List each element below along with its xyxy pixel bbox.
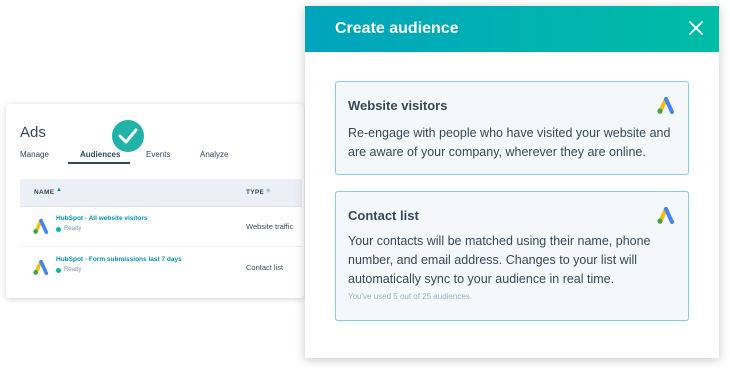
column-header-name[interactable]: NAME xyxy=(34,189,54,196)
card-description: Re-engage with people who have visited y… xyxy=(348,126,671,159)
modal-header: Create audience xyxy=(305,6,719,52)
page-title: Ads xyxy=(20,124,46,141)
card-title: Contact list xyxy=(348,208,419,223)
audience-type: Website traffic xyxy=(246,222,294,231)
sort-ascending-icon[interactable]: ▲ xyxy=(56,187,62,193)
ads-panel: Ads Manage Audiences Events Analyze NAME… xyxy=(6,104,304,298)
option-card-contact-list[interactable]: Contact list Your contacts will be match… xyxy=(335,191,689,321)
audience-name-link[interactable]: HubSpot - All website visitors xyxy=(56,215,148,222)
column-header-type[interactable]: TYPE xyxy=(246,189,264,196)
usage-note: You've used 5 out of 25 audiences. xyxy=(348,292,472,301)
status-label: Ready xyxy=(64,226,82,232)
table-row[interactable]: HubSpot - All website visitors Ready Web… xyxy=(20,206,302,247)
tab-events[interactable]: Events xyxy=(146,150,170,159)
status: Ready xyxy=(56,226,81,232)
card-description: Your contacts will be matched using thei… xyxy=(348,234,651,286)
modal-title: Create audience xyxy=(335,20,459,37)
tab-manage[interactable]: Manage xyxy=(20,150,49,159)
table-header: NAME ▲ TYPE ◆ xyxy=(20,179,302,207)
status: Ready xyxy=(56,267,81,273)
google-ads-icon xyxy=(657,207,674,224)
table-row[interactable]: HubSpot - Form submissions last 7 days R… xyxy=(20,247,302,287)
card-title: Website visitors xyxy=(348,98,448,113)
google-ads-icon xyxy=(657,97,674,114)
audience-name-link[interactable]: HubSpot - Form submissions last 7 days xyxy=(56,256,182,263)
status-dot-icon xyxy=(56,226,61,232)
google-ads-icon xyxy=(33,218,49,234)
audience-type: Contact list xyxy=(246,263,284,272)
status-label: Ready xyxy=(64,267,82,273)
create-audience-modal: Create audience Website visitors Re-enga… xyxy=(305,6,719,358)
tab-audiences[interactable]: Audiences xyxy=(80,150,120,159)
google-ads-icon xyxy=(33,259,49,275)
tab-analyze[interactable]: Analyze xyxy=(200,150,228,159)
active-tab-indicator xyxy=(68,162,130,164)
close-icon[interactable] xyxy=(685,17,707,39)
sort-icon[interactable]: ◆ xyxy=(266,187,271,194)
option-card-website-visitors[interactable]: Website visitors Re-engage with people w… xyxy=(335,81,689,175)
status-dot-icon xyxy=(56,267,61,273)
check-icon xyxy=(112,120,144,152)
